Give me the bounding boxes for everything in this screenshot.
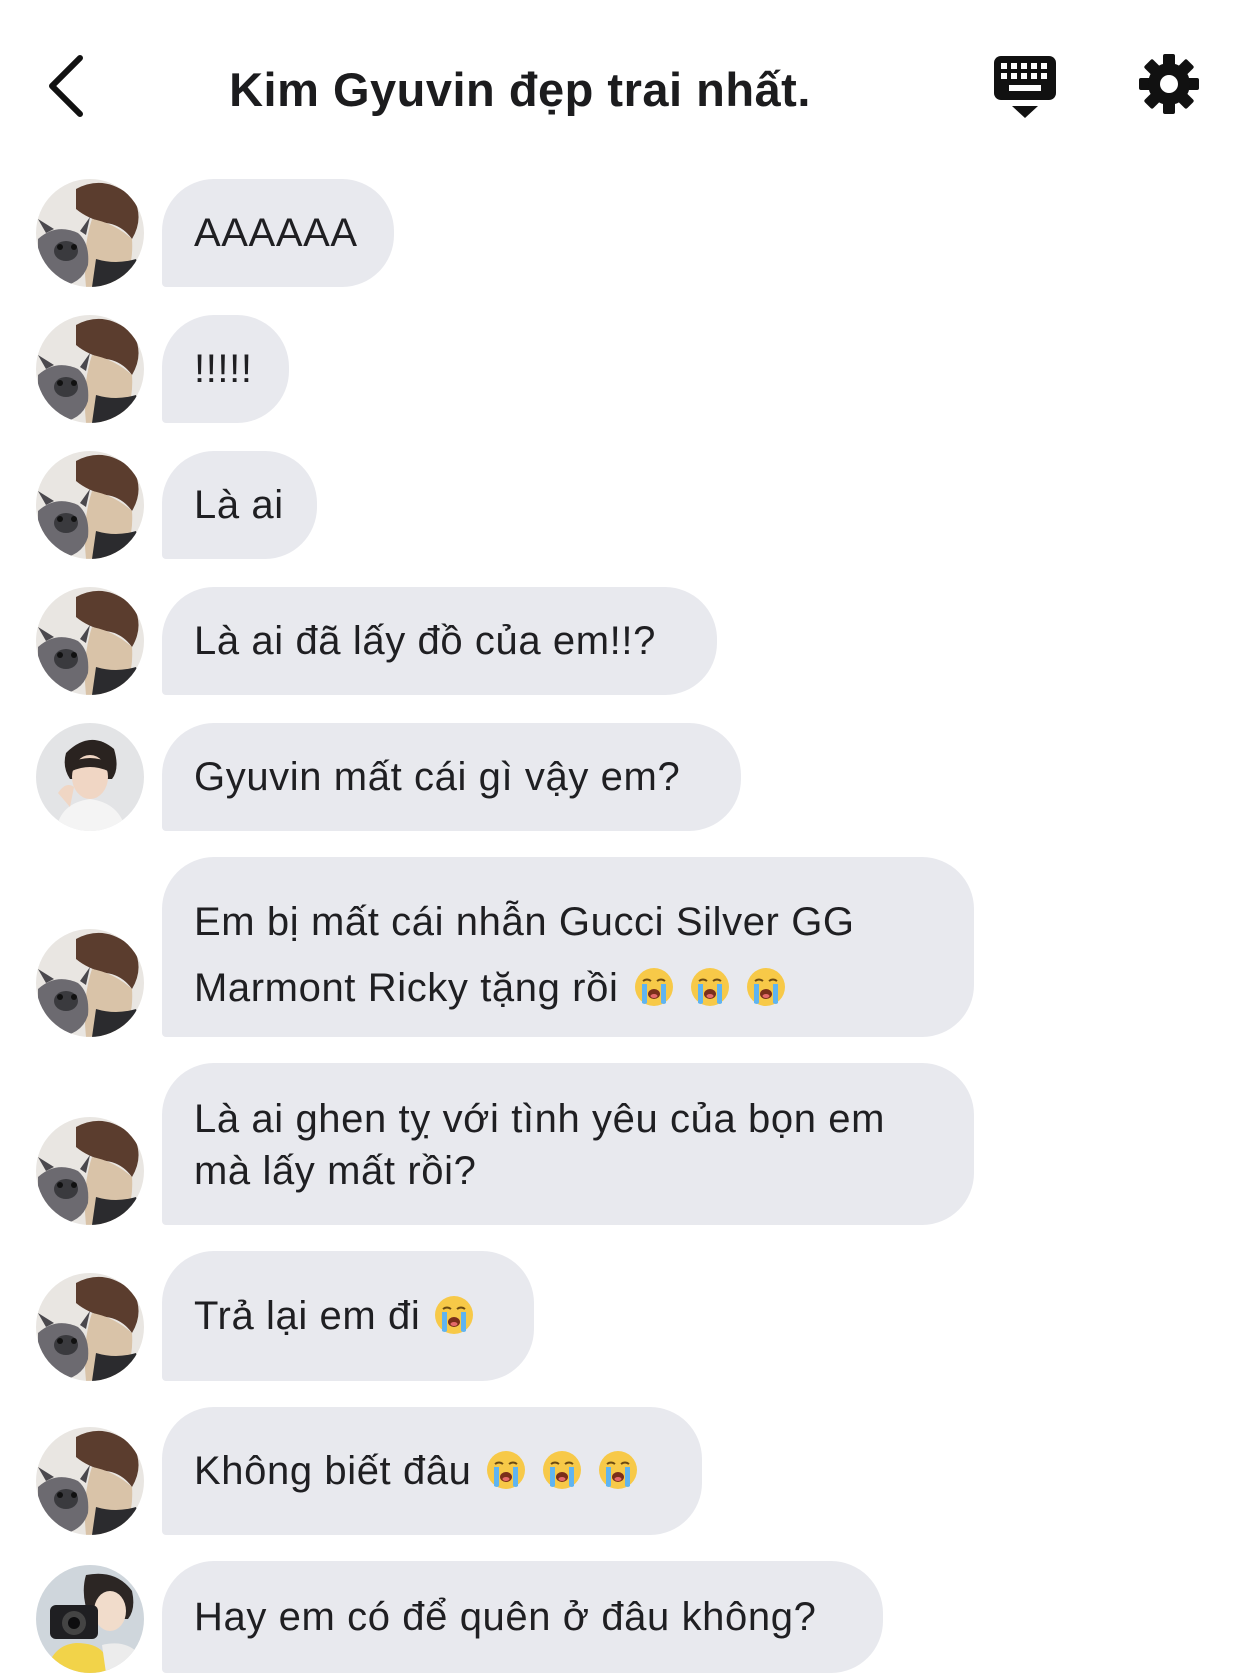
gear-icon xyxy=(1139,54,1199,114)
loudly-crying-face-icon xyxy=(634,967,674,1007)
avatar[interactable] xyxy=(36,1273,144,1381)
avatar[interactable] xyxy=(36,1117,144,1225)
keyboard-icon xyxy=(994,56,1056,118)
loudly-crying-face-icon xyxy=(598,1450,638,1490)
message-row: Trả lại em đi xyxy=(0,1251,1242,1381)
settings-button[interactable] xyxy=(1138,53,1200,115)
message-row: Không biết đâu xyxy=(0,1407,1242,1535)
message-row: Là ai đã lấy đồ của em!!? xyxy=(0,585,1242,695)
loudly-crying-face-icon xyxy=(486,1450,526,1490)
message-text: !!!!! xyxy=(194,347,253,391)
message-row: Gyuvin mất cái gì vậy em? xyxy=(0,721,1242,831)
message-row: Em bị mất cái nhẫn Gucci Silver GG Marmo… xyxy=(0,857,1242,1037)
message-text: Là ai đã lấy đồ của em!!? xyxy=(194,619,656,663)
message-text: AAAAAA xyxy=(194,211,358,255)
message-row: AAAAAA xyxy=(0,177,1242,287)
message-text: Gyuvin mất cái gì vậy em? xyxy=(194,755,681,799)
chat-title: Kim Gyuvin đẹp trai nhất. xyxy=(229,62,811,116)
message-text-line: Là ai ghen tỵ với tình yêu của bọn em xyxy=(194,1097,886,1141)
chevron-left-icon xyxy=(49,55,83,117)
loudly-crying-face-icon xyxy=(434,1295,474,1335)
loudly-crying-face-icon xyxy=(746,967,786,1007)
message-bubble[interactable]: Hay em có để quên ở đâu không? xyxy=(162,1561,883,1673)
avatar[interactable] xyxy=(36,723,144,831)
message-text: Là ai xyxy=(194,483,284,527)
message-row: Là ai ghen tỵ với tình yêu của bọn em mà… xyxy=(0,1063,1242,1225)
message-bubble[interactable]: Là ai xyxy=(162,451,317,559)
message-bubble[interactable]: Em bị mất cái nhẫn Gucci Silver GG Marmo… xyxy=(162,857,974,1037)
message-bubble[interactable]: !!!!! xyxy=(162,315,289,423)
message-bubble[interactable]: Là ai đã lấy đồ của em!!? xyxy=(162,587,717,695)
message-row: Là ai xyxy=(0,449,1242,559)
keyboard-button[interactable] xyxy=(992,54,1058,120)
avatar[interactable] xyxy=(36,179,144,287)
back-button[interactable] xyxy=(40,50,92,122)
loudly-crying-face-icon xyxy=(542,1450,582,1490)
message-text: Không biết đâu xyxy=(194,1445,638,1497)
message-bubble[interactable]: AAAAAA xyxy=(162,179,394,287)
chat-header: Kim Gyuvin đẹp trai nhất. xyxy=(0,0,1242,165)
message-text-line: Marmont Ricky tặng rồi xyxy=(194,955,855,1021)
avatar[interactable] xyxy=(36,587,144,695)
message-text: Trả lại em đi xyxy=(194,1290,474,1342)
message-bubble[interactable]: Gyuvin mất cái gì vậy em? xyxy=(162,723,741,831)
message-bubble[interactable]: Không biết đâu xyxy=(162,1407,702,1535)
message-row: Hay em có để quên ở đâu không? xyxy=(0,1561,1242,1673)
avatar[interactable] xyxy=(36,1427,144,1535)
message-text-line: mà lấy mất rồi? xyxy=(194,1149,477,1193)
message-bubble[interactable]: Trả lại em đi xyxy=(162,1251,534,1381)
avatar[interactable] xyxy=(36,315,144,423)
avatar[interactable] xyxy=(36,1565,144,1673)
avatar[interactable] xyxy=(36,451,144,559)
avatar[interactable] xyxy=(36,929,144,1037)
message-text: Hay em có để quên ở đâu không? xyxy=(194,1595,817,1639)
message-bubble[interactable]: Là ai ghen tỵ với tình yêu của bọn em mà… xyxy=(162,1063,974,1225)
loudly-crying-face-icon xyxy=(690,967,730,1007)
message-row: !!!!! xyxy=(0,313,1242,423)
message-text-line: Em bị mất cái nhẫn Gucci Silver GG xyxy=(194,900,855,944)
